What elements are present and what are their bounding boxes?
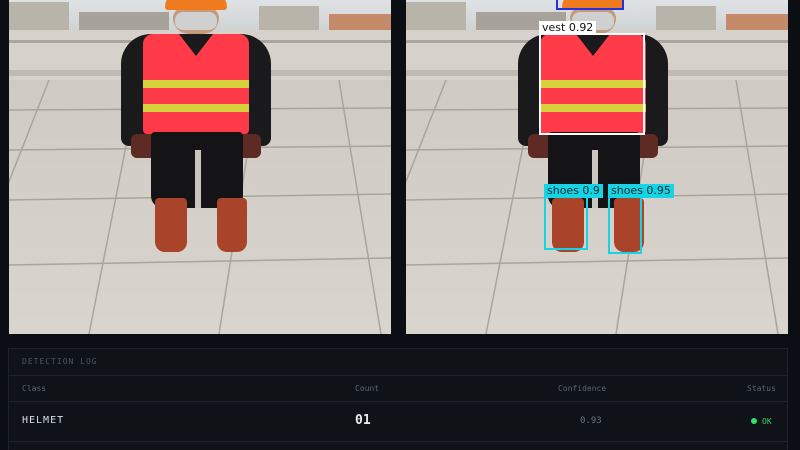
column-header-class: Class xyxy=(22,384,47,393)
column-header-status: Status xyxy=(747,384,776,393)
detection-log-panel: DETECTION LOG Class Count Confidence Sta… xyxy=(8,348,788,450)
divider xyxy=(9,401,787,402)
vest-detection-label: vest 0.92 xyxy=(539,21,597,35)
status-label: OK xyxy=(762,417,772,426)
shoe-detection-label-right: shoes 0.95 xyxy=(608,184,674,198)
row-count: 01 xyxy=(355,413,371,428)
row-status: OK xyxy=(751,417,772,426)
row-class: HELMET xyxy=(22,415,65,426)
worker-figure xyxy=(113,0,283,334)
row-confidence: 0.93 xyxy=(580,416,602,426)
detection-log-title: DETECTION LOG xyxy=(22,357,98,366)
column-header-confidence: Confidence xyxy=(558,384,607,393)
original-image-panel xyxy=(9,0,391,334)
shoe-detection-label-left: shoes 0.9 xyxy=(544,184,603,198)
vest-detection-box: vest 0.92 xyxy=(539,21,645,135)
detection-app: vest 0.92 shoes 0.9 shoes 0.95 DETECTION… xyxy=(0,0,800,450)
divider xyxy=(9,441,787,442)
divider xyxy=(9,375,787,376)
column-header-count: Count xyxy=(355,384,380,393)
status-ok-dot-icon xyxy=(751,418,757,424)
helmet-detection-box xyxy=(556,0,624,10)
detection-image-panel: vest 0.92 shoes 0.9 shoes 0.95 xyxy=(406,0,788,334)
shoe-detection-box-left: shoes 0.9 xyxy=(544,184,603,250)
shoe-detection-box-right: shoes 0.95 xyxy=(608,184,674,254)
scene xyxy=(9,0,391,334)
